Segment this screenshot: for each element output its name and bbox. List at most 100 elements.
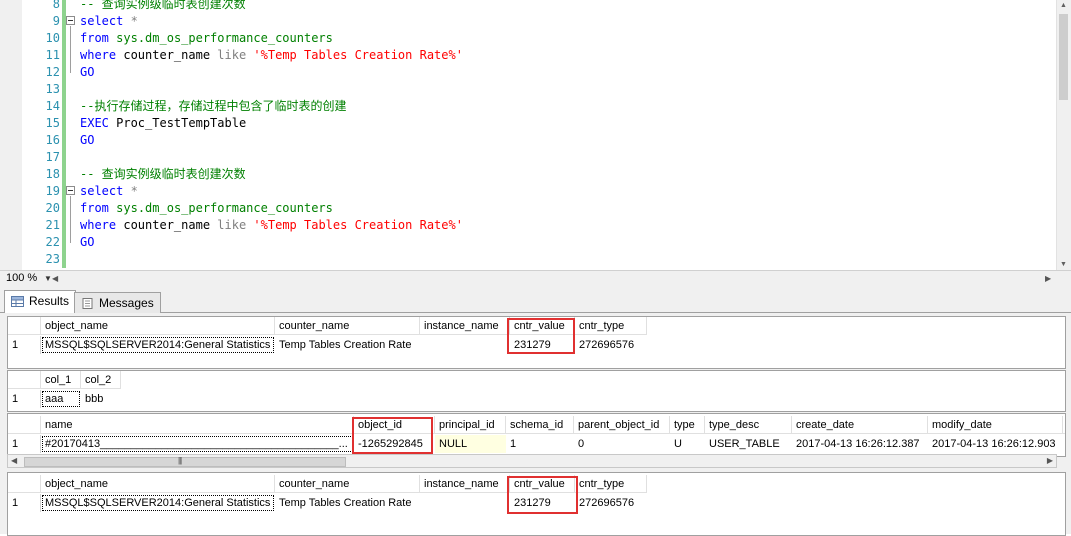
code-token: --执行存储过程，存储过程中包含了临时表的创建 [80,99,347,113]
scroll-right-arrow-icon[interactable]: ▶ [1047,456,1053,465]
row-number-header [8,475,41,493]
row-number[interactable]: 1 [8,494,41,512]
row-number[interactable]: 1 [8,390,41,408]
table-cell[interactable]: -1265292845 [354,435,435,453]
column-header[interactable]: cntr_type [575,317,647,335]
table-row[interactable]: 1 aaa bbb [8,390,1065,408]
code-line[interactable]: 20 from sys.dm_os_performance_counters [0,200,1050,217]
fold-guide-line [70,26,71,73]
table-cell[interactable]: 1 [506,435,574,453]
table-cell-null[interactable]: NULL [435,435,506,453]
table-cell[interactable]: MSSQL$SQLSERVER2014:General Statistics [41,336,275,354]
column-header[interactable]: counter_name [275,475,420,493]
result-grid-1[interactable]: object_name counter_name instance_name c… [7,316,1066,369]
table-cell[interactable]: USER_TABLE [705,435,792,453]
code-text: GO [80,132,94,149]
column-header[interactable]: instance_name [420,475,510,493]
row-number[interactable]: 1 [8,435,41,453]
table-cell[interactable] [420,336,510,354]
column-header[interactable]: object_name [41,475,275,493]
collapse-icon[interactable] [66,16,75,25]
column-header[interactable]: name [41,416,354,434]
code-line[interactable]: 23 [0,251,1050,268]
row-number[interactable]: 1 [8,336,41,354]
tab-messages[interactable]: Messages [74,292,161,313]
code-text: where counter_name like '%Temp Tables Cr… [80,217,463,234]
table-cell[interactable]: 231279 [510,494,575,512]
editor-scroll-thumb[interactable] [1059,14,1068,100]
zoom-dropdown-icon[interactable]: ▼ [44,274,52,283]
table-row[interactable]: 1 MSSQL$SQLSERVER2014:General Statistics… [8,494,1065,512]
column-header[interactable]: cntr_value [510,317,575,335]
grid-header-row: object_name counter_name instance_name c… [8,475,1065,493]
table-cell[interactable]: Temp Tables Creation Rate [275,494,420,512]
code-line[interactable]: 12 GO [0,64,1050,81]
code-line[interactable]: 13 [0,81,1050,98]
column-header[interactable]: type [670,416,705,434]
table-cell[interactable]: aaa [41,390,81,408]
table-cell[interactable] [420,494,510,512]
column-header[interactable]: schema_id [506,416,574,434]
table-row[interactable]: 1 MSSQL$SQLSERVER2014:General Statistics… [8,336,1065,354]
column-header[interactable]: i [1063,416,1065,434]
line-number: 11 [45,48,60,62]
query-editor[interactable]: 8 -- 查询实例级临时表创建次数 9 select * 10 from sys.dm_o… [0,0,1071,270]
column-header[interactable]: col_2 [81,371,121,389]
code-token: '%Temp Tables Creation Rate%' [253,218,463,232]
column-header[interactable]: principal_id [435,416,506,434]
table-cell[interactable]: MSSQL$SQLSERVER2014:General Statistics [41,494,275,512]
grid-scroll-thumb[interactable] [24,457,346,467]
table-cell[interactable]: 272696576 [575,336,647,354]
column-header[interactable]: col_1 [41,371,81,389]
table-cell[interactable]: Temp Tables Creation Rate [275,336,420,354]
column-header[interactable]: object_name [41,317,275,335]
code-line[interactable]: 17 [0,149,1050,166]
zoom-level[interactable]: 100 % [6,272,37,284]
column-header[interactable]: create_date [792,416,928,434]
code-line[interactable]: 16 GO [0,132,1050,149]
code-line[interactable]: 18 -- 查询实例级临时表创建次数 [0,166,1050,183]
code-line[interactable]: 8 -- 查询实例级临时表创建次数 [0,0,1050,13]
column-header[interactable]: cntr_value [510,475,575,493]
column-header[interactable]: counter_name [275,317,420,335]
editor-scroll-right-icon[interactable]: ▶ [1045,274,1051,283]
table-cell[interactable]: 0 [574,435,670,453]
result-grid-3[interactable]: name object_id principal_id schema_id pa… [7,413,1066,457]
scroll-left-arrow-icon[interactable]: ◀ [11,456,17,465]
table-cell[interactable]: 2017-04-13 16:26:12.387 [792,435,928,453]
table-cell[interactable]: 2017-04-13 16:26:12.903 [928,435,1063,453]
grid-horizontal-scrollbar[interactable]: ◀ ||| ▶ [7,454,1057,468]
table-cell[interactable]: 272696576 [575,494,647,512]
line-number: 18 [45,167,60,181]
result-grid-4[interactable]: object_name counter_name instance_name c… [7,472,1066,536]
scroll-up-arrow-icon[interactable]: ▲ [1060,2,1067,9]
column-header[interactable]: instance_name [420,317,510,335]
code-line[interactable]: 15 EXEC Proc_TestTempTable [0,115,1050,132]
table-cell[interactable]: 231279 [510,336,575,354]
table-cell[interactable] [1063,435,1065,453]
column-header[interactable]: modify_date [928,416,1063,434]
code-line[interactable]: 14 --执行存储过程，存储过程中包含了临时表的创建 [0,98,1050,115]
tab-results[interactable]: Results [4,290,77,313]
column-header[interactable]: parent_object_id [574,416,670,434]
code-line[interactable]: 9 select * [0,13,1050,30]
code-line[interactable]: 21 where counter_name like '%Temp Tables … [0,217,1050,234]
column-header[interactable]: cntr_type [575,475,647,493]
collapse-icon[interactable] [66,186,75,195]
code-line[interactable]: 10 from sys.dm_os_performance_counters [0,30,1050,47]
editor-scroll-left-icon[interactable]: ◀ [52,274,58,283]
table-row[interactable]: 1 #20170413_____________________________… [8,435,1065,453]
code-line[interactable]: 19 select * [0,183,1050,200]
code-line[interactable]: 11 where counter_name like '%Temp Tables … [0,47,1050,64]
editor-vertical-scrollbar[interactable]: ▲ ▼ [1056,0,1071,270]
column-header[interactable]: object_id [354,416,435,434]
result-grid-2[interactable]: col_1 col_2 1 aaa bbb [7,370,1066,412]
code-line[interactable]: 22 GO [0,234,1050,251]
table-cell[interactable]: #20170413_______________________________… [41,435,354,453]
code-text: where counter_name like '%Temp Tables Cr… [80,47,463,64]
column-header[interactable]: type_desc [705,416,792,434]
table-cell[interactable]: U [670,435,705,453]
table-cell[interactable]: bbb [81,390,121,408]
scroll-down-arrow-icon[interactable]: ▼ [1060,261,1067,268]
line-number: 21 [45,218,60,232]
